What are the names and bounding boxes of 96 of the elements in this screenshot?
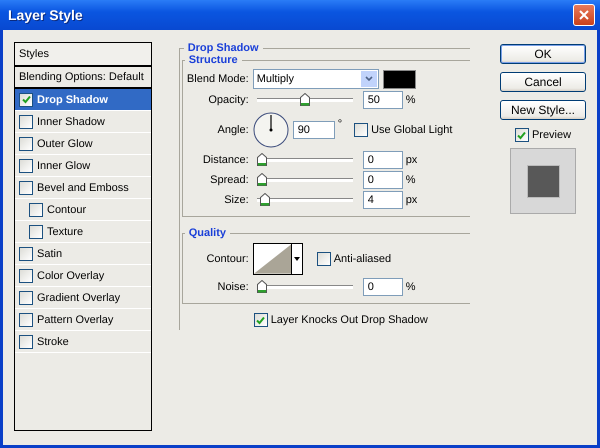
dialog-button[interactable]: New Style... xyxy=(500,100,586,120)
unit-label: ° xyxy=(338,118,342,130)
checkbox-box[interactable] xyxy=(19,246,33,260)
angle-dial[interactable] xyxy=(252,112,289,148)
panel-header: Styles xyxy=(15,43,151,67)
checkbox-box[interactable] xyxy=(254,313,268,327)
number-field[interactable]: 0 xyxy=(362,171,403,189)
unit-label: px xyxy=(406,194,418,206)
checkbox-box[interactable] xyxy=(316,252,331,266)
style-name: Gradient Overlay xyxy=(37,292,120,304)
style-name: Satin xyxy=(37,248,62,260)
slider-thumb[interactable] xyxy=(260,193,270,206)
style-name: Color Overlay xyxy=(37,270,104,282)
style-list-item[interactable]: Gradient Overlay xyxy=(15,287,151,309)
checkbox-label: Layer Knocks Out Drop Shadow xyxy=(270,314,428,326)
slider[interactable] xyxy=(256,173,353,187)
style-list-item[interactable]: Inner Glow xyxy=(15,155,151,177)
section-title: Structure xyxy=(188,54,239,66)
number-field[interactable]: 0 xyxy=(362,278,403,296)
caret-icon xyxy=(290,244,302,274)
style-name: Pattern Overlay xyxy=(37,314,114,326)
style-name: Bevel and Emboss xyxy=(37,182,129,194)
dialog-button[interactable]: Cancel xyxy=(500,72,586,92)
style-name: Outer Glow xyxy=(37,138,93,150)
checkbox-box[interactable] xyxy=(19,180,33,194)
unit-label: % xyxy=(406,174,416,186)
checkbox-box[interactable] xyxy=(19,114,33,128)
field-label: Contour: xyxy=(205,253,250,265)
style-name: Inner Shadow xyxy=(37,116,105,128)
checkbox-box[interactable] xyxy=(19,92,33,106)
number-field[interactable]: 4 xyxy=(362,191,403,209)
field-label: Opacity: xyxy=(207,94,250,106)
field-label: Noise: xyxy=(216,281,250,293)
checkbox[interactable]: Layer Knocks Out Drop Shadow xyxy=(254,313,428,327)
section-title: Drop Shadow xyxy=(186,42,260,54)
style-list-item[interactable]: Pattern Overlay xyxy=(15,309,151,331)
style-name: Stroke xyxy=(37,336,69,348)
field-label: Distance: xyxy=(202,154,250,166)
field-label: Spread: xyxy=(209,174,250,186)
style-name: Texture xyxy=(47,226,84,238)
checkbox-box[interactable] xyxy=(29,224,43,238)
style-list-item[interactable]: Satin xyxy=(15,243,151,265)
number-field[interactable]: 50 xyxy=(362,91,403,109)
slider[interactable] xyxy=(256,93,353,107)
checkbox-box[interactable] xyxy=(19,312,33,326)
contour-picker[interactable] xyxy=(252,243,303,275)
slider[interactable] xyxy=(256,193,353,207)
style-name: Inner Glow xyxy=(37,160,90,172)
style-list-item[interactable]: Inner Shadow xyxy=(15,111,151,133)
checkbox-box[interactable] xyxy=(19,268,33,282)
color-swatch[interactable] xyxy=(382,70,416,88)
slider-thumb[interactable] xyxy=(256,173,267,186)
close-icon xyxy=(579,10,589,20)
number-field[interactable]: 90 xyxy=(292,121,335,139)
unit-label: % xyxy=(406,281,416,293)
checkbox-label: Anti-aliased xyxy=(334,253,392,265)
chevron-down-icon xyxy=(360,71,377,87)
style-list-item[interactable]: Contour xyxy=(15,199,151,221)
unit-label: px xyxy=(406,154,418,166)
checkbox[interactable]: Preview xyxy=(514,128,572,142)
slider[interactable] xyxy=(256,280,353,294)
slider[interactable] xyxy=(256,153,353,167)
checkbox-box[interactable] xyxy=(29,202,43,216)
style-list-item[interactable]: Drop Shadow xyxy=(15,89,151,111)
style-name: Drop Shadow xyxy=(37,94,108,106)
unit-label: % xyxy=(406,94,416,106)
style-name: Blending Options: Default xyxy=(19,71,144,83)
field-label: Angle: xyxy=(216,124,250,136)
style-name: Contour xyxy=(47,204,86,216)
checkbox-box[interactable] xyxy=(19,136,33,150)
checkbox-box[interactable] xyxy=(19,158,33,172)
checkbox[interactable]: Anti-aliased xyxy=(316,252,392,266)
checkbox[interactable]: Use Global Light xyxy=(354,123,452,137)
slider-thumb[interactable] xyxy=(256,153,267,166)
checkbox-box[interactable] xyxy=(514,128,529,142)
blend-mode-dropdown[interactable]: Multiply xyxy=(252,69,379,89)
style-list-item[interactable]: Bevel and Emboss xyxy=(15,177,151,199)
slider-thumb[interactable] xyxy=(256,280,267,293)
checkbox-label: Use Global Light xyxy=(371,124,452,136)
style-list-item[interactable]: Color Overlay xyxy=(15,265,151,287)
number-field[interactable]: 0 xyxy=(362,151,403,169)
section-title: Quality xyxy=(188,227,227,239)
slider-thumb[interactable] xyxy=(300,93,310,106)
style-list-item[interactable]: Stroke xyxy=(15,331,151,353)
preview-square xyxy=(526,164,560,198)
checkbox-box[interactable] xyxy=(19,334,33,348)
dialog-button[interactable]: OK xyxy=(500,44,586,64)
close-button[interactable] xyxy=(573,4,595,26)
checkbox-label: Preview xyxy=(532,129,572,141)
checkbox-box[interactable] xyxy=(354,123,368,137)
field-label: Blend Mode: xyxy=(186,73,250,85)
checkbox-box[interactable] xyxy=(19,290,33,304)
style-list-item[interactable]: Outer Glow xyxy=(15,133,151,155)
window-title: Layer Style xyxy=(8,7,83,23)
style-list-item[interactable]: Texture xyxy=(15,221,151,243)
field-label: Size: xyxy=(223,194,250,206)
